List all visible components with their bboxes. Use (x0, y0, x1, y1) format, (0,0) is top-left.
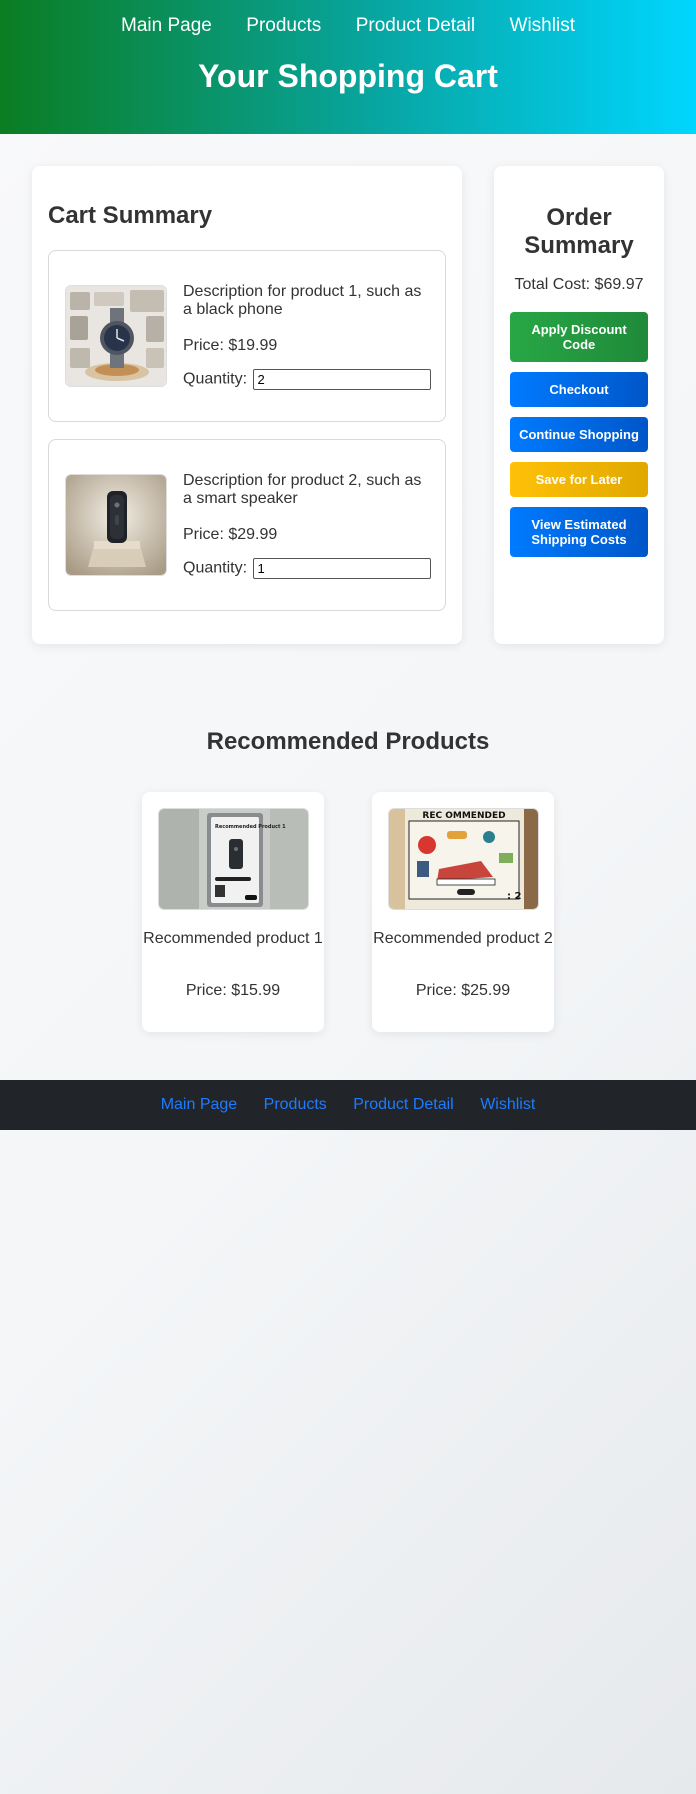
checkout-button[interactable]: Checkout (510, 372, 648, 407)
continue-shopping-button[interactable]: Continue Shopping (510, 417, 648, 452)
nav-link-products[interactable]: Products (246, 14, 321, 38)
apply-discount-button[interactable]: Apply Discount Code (510, 312, 648, 362)
order-summary-title: Order Summary (524, 204, 634, 259)
footer-link-main-page[interactable]: Main Page (161, 1080, 238, 1130)
footer-link-products[interactable]: Products (264, 1080, 327, 1130)
recommended-product-name: Recommended product 1 (143, 930, 323, 947)
footer-link-wishlist[interactable]: Wishlist (480, 1080, 535, 1130)
item-price: Price: $19.99 (183, 337, 278, 354)
save-for-later-button[interactable]: Save for Later (510, 462, 648, 497)
recommended-product-card[interactable]: Recommended Product 1 Recommended produc… (142, 792, 324, 1032)
page-footer: Main Page Products Product Detail Wishli… (0, 1080, 696, 1130)
quantity-label: Quantity: (183, 559, 248, 577)
total-cost: Total Cost: $69.97 (514, 276, 644, 293)
cart-summary-panel: Cart Summary Description for product 1, … (32, 166, 462, 644)
recommended-image-caption: REC OMMENDED (422, 811, 505, 821)
cart-item: Description for product 2, such as a sma… (48, 439, 446, 611)
recommended-product-price: Price: $25.99 (415, 982, 511, 999)
footer-link-product-detail[interactable]: Product Detail (353, 1080, 454, 1130)
recommended-products-title: Recommended Products (206, 728, 490, 755)
page-header: Main Page Products Product Detail Wishli… (0, 0, 696, 134)
svg-text:: 2: : 2 (507, 891, 521, 902)
recommended-product-card[interactable]: REC OMMENDED : 2 Recommended product 2 P… (372, 792, 554, 1032)
recommended-image-caption: Recommended Product 1 (215, 824, 286, 830)
smartwatch-collage-image (65, 285, 167, 387)
smart-speaker-image (65, 474, 167, 576)
top-nav: Main Page Products Product Detail Wishli… (0, 14, 696, 38)
item-description: Description for product 2, such as a sma… (183, 472, 422, 507)
nav-link-wishlist[interactable]: Wishlist (510, 14, 575, 38)
cart-item: Description for product 1, such as a bla… (48, 250, 446, 422)
quantity-label: Quantity: (183, 370, 248, 388)
recommended-product-image: Recommended Product 1 (158, 808, 309, 910)
item-description: Description for product 1, such as a bla… (183, 283, 422, 318)
page-title: Your Shopping Cart (198, 58, 498, 94)
item-price: Price: $29.99 (183, 526, 278, 543)
nav-link-main-page[interactable]: Main Page (121, 14, 212, 38)
quantity-input[interactable] (253, 558, 432, 579)
view-shipping-costs-button[interactable]: View Estimated Shipping Costs (510, 507, 648, 557)
recommended-product-name: Recommended product 2 (373, 930, 553, 947)
recommended-product-image: REC OMMENDED : 2 (388, 808, 539, 910)
order-summary-panel: Order Summary Total Cost: $69.97 Apply D… (494, 166, 664, 644)
quantity-row: Quantity: (183, 558, 432, 579)
nav-link-product-detail[interactable]: Product Detail (356, 14, 475, 38)
recommended-product-price: Price: $15.99 (185, 982, 281, 999)
quantity-input[interactable] (253, 369, 432, 390)
cart-summary-title: Cart Summary (48, 202, 213, 229)
quantity-row: Quantity: (183, 369, 432, 390)
